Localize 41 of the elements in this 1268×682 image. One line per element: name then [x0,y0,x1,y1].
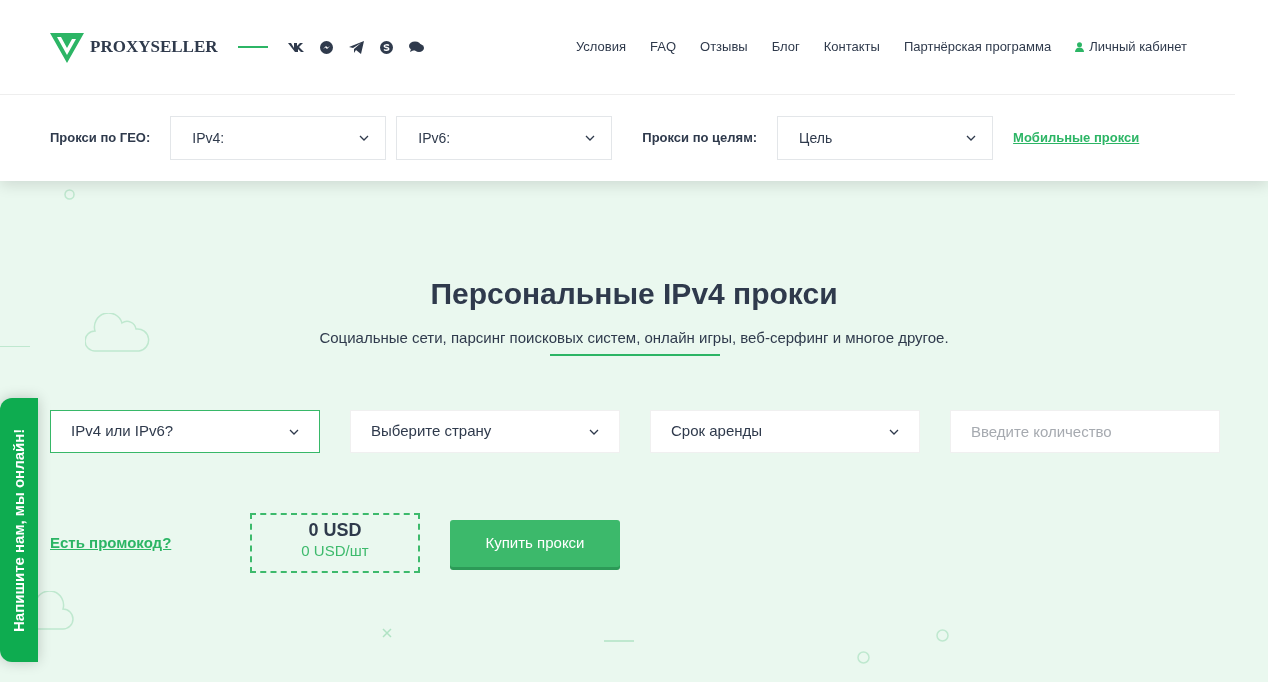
dropdown[interactable]: Выберите страну [350,410,620,453]
user-icon [1075,42,1085,53]
circle-icon [857,651,870,664]
logo-icon [50,31,86,63]
filter-label: Прокси по ГЕО: [50,129,151,148]
dropdown[interactable]: IPv4 или IPv6? [50,410,320,453]
skype-icon[interactable] [379,40,393,54]
logo-text: PROXYSELLER [90,36,218,59]
dropdown[interactable]: Цель [777,116,994,160]
paper-plane-icon[interactable] [348,40,364,54]
circle-icon [64,189,75,200]
vk-icon[interactable] [287,42,304,52]
dropdown[interactable]: IPv6: [396,116,613,160]
unit-price: 0 USD/шт [300,541,370,560]
decor-line [0,346,30,347]
total-price: 0 USD [307,520,363,542]
nav-link[interactable]: Условия [575,37,626,57]
chevron-icon [585,135,596,141]
dropdown[interactable]: IPv4: [170,116,387,160]
chevron-icon [966,135,977,141]
quantity-field[interactable]: Введите количество [950,410,1220,453]
dropdown[interactable]: Срок аренды [650,410,920,453]
nav-link[interactable]: Отзывы [700,37,748,57]
cross-icon [382,628,392,638]
chevron-icon [889,428,899,435]
nav-link[interactable]: Партнёрская программа [903,37,1052,57]
chevron-icon [589,428,599,435]
circle-icon [936,629,949,642]
subtitle: Социальные сети, парсинг поисковых систем, онлайн игры, веб-серфинг и многое другое. [319,328,949,348]
accent-line [237,46,268,48]
nav-link[interactable]: Блог [771,37,800,57]
chevron-icon [359,135,370,141]
messenger-icon[interactable] [319,40,333,54]
nav-link[interactable]: FAQ [650,37,677,57]
decor-line [604,640,634,642]
chevron-icon [289,428,299,435]
nav-link[interactable]: Контакты [823,37,880,57]
chat-bubbles-icon[interactable] [408,41,424,53]
filter-label: Прокси по целям: [642,129,758,148]
page-title: Персональные IPv4 прокси [429,276,839,312]
account-link[interactable]: Личный кабинет [1075,37,1187,57]
